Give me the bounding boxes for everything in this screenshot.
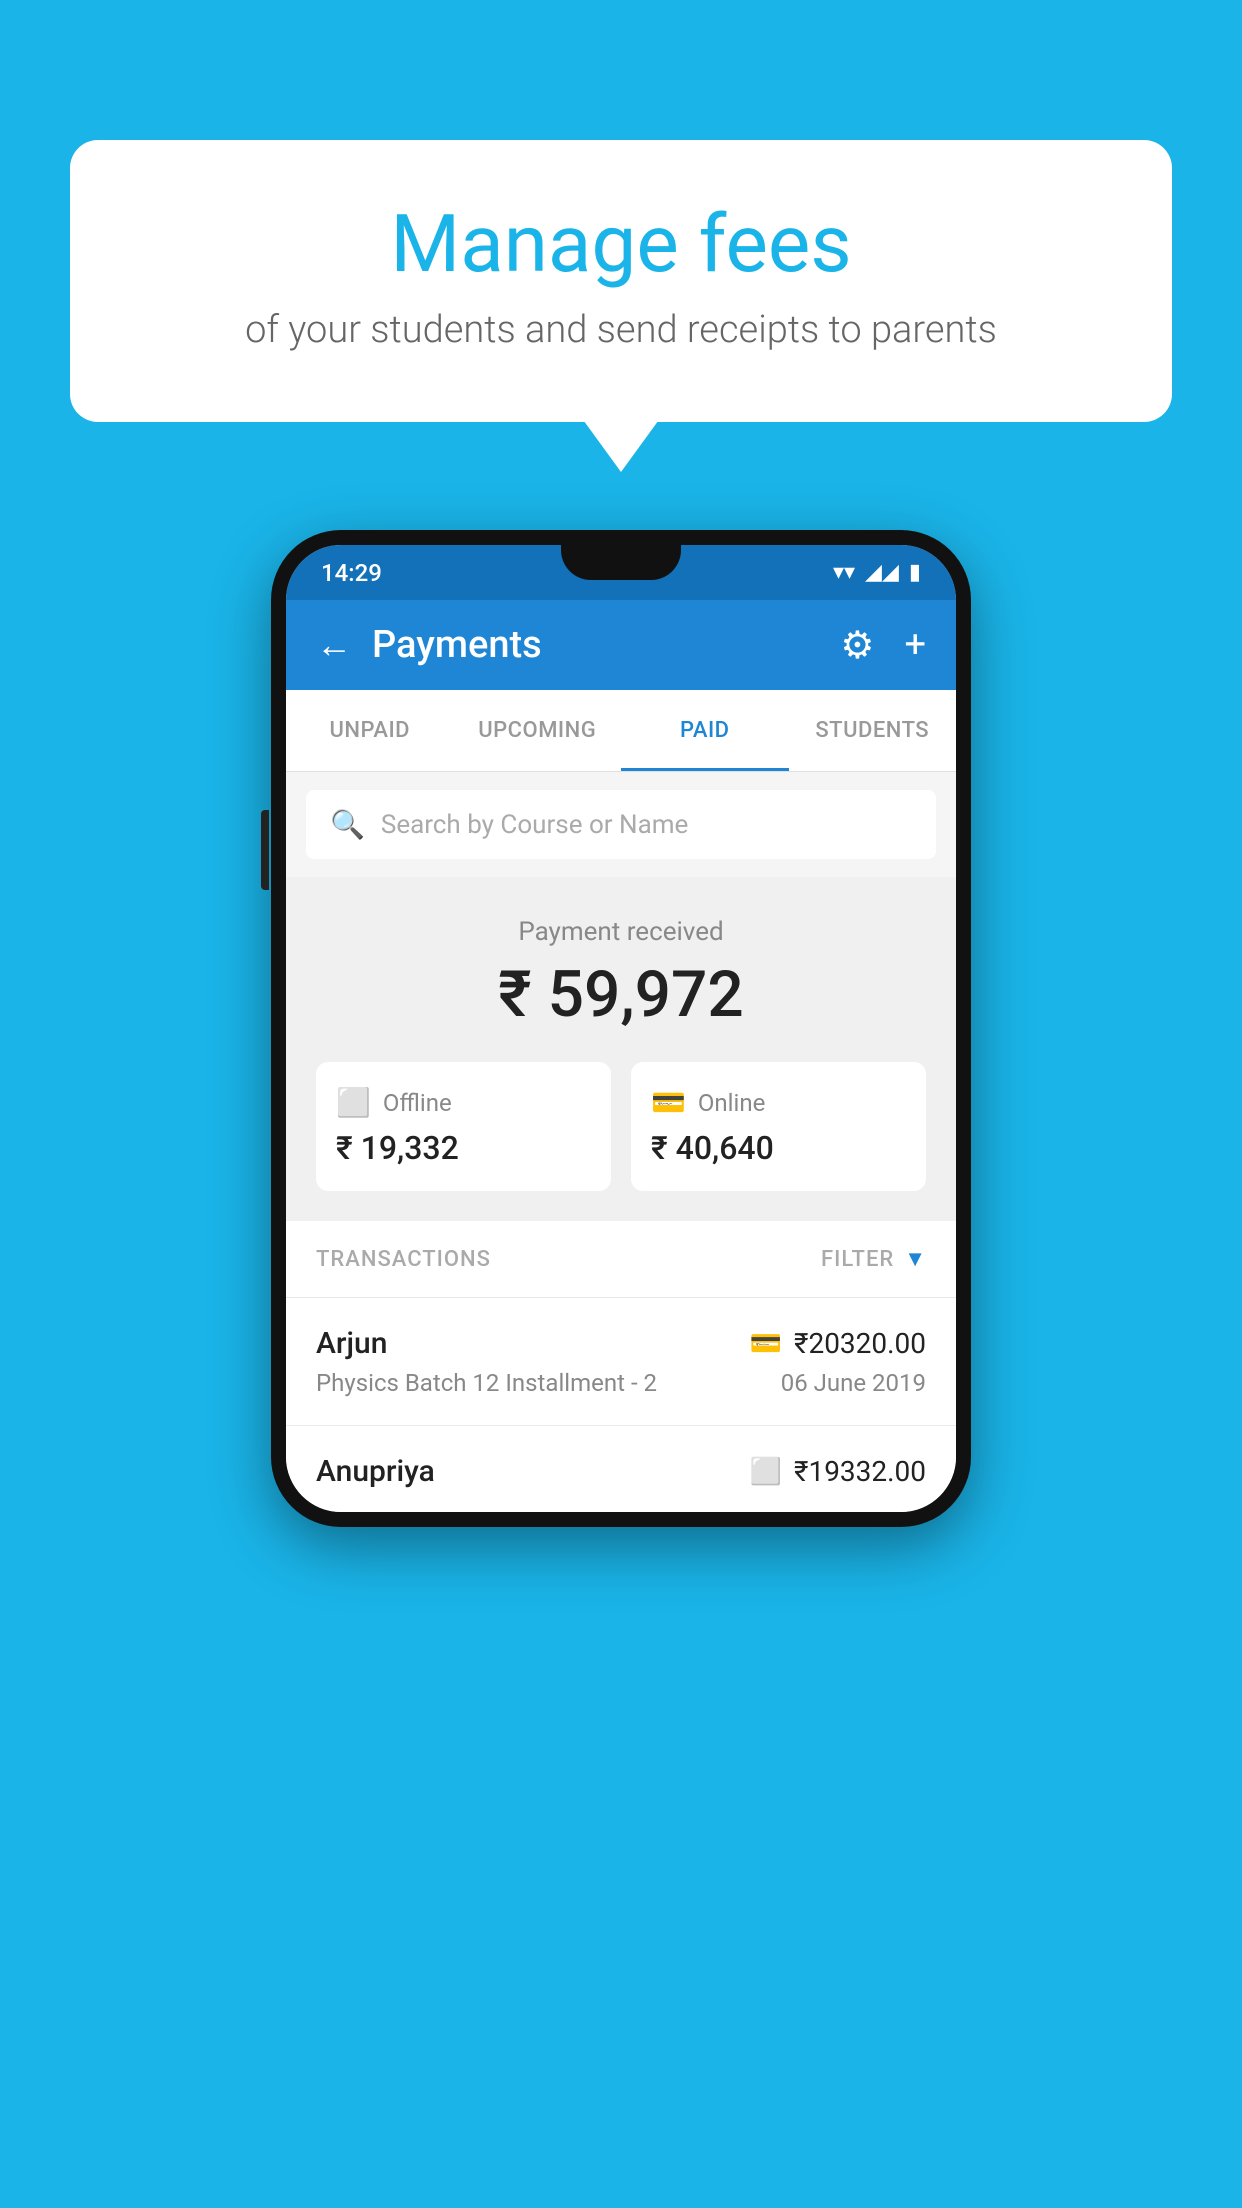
bubble-subtitle: of your students and send receipts to pa… (150, 308, 1092, 352)
wifi-icon: ▾▾ (833, 560, 855, 585)
transactions-label: TRANSACTIONS (316, 1247, 491, 1272)
student-name-anupriya: Anupriya (316, 1454, 435, 1489)
transaction-amount-anupriya: ₹19332.00 (794, 1455, 926, 1488)
tabs-bar: UNPAID UPCOMING PAID STUDENTS (286, 690, 956, 772)
search-bar[interactable]: 🔍 Search by Course or Name (306, 790, 936, 859)
speech-bubble: Manage fees of your students and send re… (70, 140, 1172, 422)
offline-card: ⬜ Offline ₹ 19,332 (316, 1062, 611, 1191)
bubble-title: Manage fees (150, 200, 1092, 288)
offline-payment-icon: ⬜ (750, 1457, 782, 1487)
payment-cards: ⬜ Offline ₹ 19,332 💳 Online ₹ 40,640 (316, 1062, 926, 1191)
status-bar: 14:29 ▾▾ ◢◢ ▮ (286, 545, 956, 600)
offline-amount: ₹ 19,332 (336, 1129, 591, 1167)
transaction-top-anupriya: Anupriya ⬜ ₹19332.00 (316, 1454, 926, 1489)
online-card-header: 💳 Online (651, 1086, 906, 1119)
online-label: Online (698, 1089, 765, 1117)
amount-area-anupriya: ⬜ ₹19332.00 (750, 1455, 926, 1488)
table-row[interactable]: Anupriya ⬜ ₹19332.00 (286, 1426, 956, 1512)
settings-icon[interactable]: ⚙ (840, 623, 874, 668)
transaction-amount-arjun: ₹20320.00 (794, 1327, 926, 1360)
speech-bubble-container: Manage fees of your students and send re… (70, 140, 1172, 422)
filter-label: FILTER (821, 1247, 894, 1272)
online-amount: ₹ 40,640 (651, 1129, 906, 1167)
search-container: 🔍 Search by Course or Name (286, 772, 956, 877)
phone-screen: 14:29 ▾▾ ◢◢ ▮ ← Payments ⚙ + UNPAID (286, 545, 956, 1512)
payment-total-amount: ₹ 59,972 (316, 957, 926, 1032)
transaction-top-arjun: Arjun 💳 ₹20320.00 (316, 1326, 926, 1361)
notch (561, 545, 681, 580)
search-icon: 🔍 (330, 808, 365, 841)
tab-students[interactable]: STUDENTS (789, 690, 957, 771)
status-icons: ▾▾ ◢◢ ▮ (833, 560, 921, 585)
transaction-date-arjun: 06 June 2019 (781, 1369, 926, 1397)
course-info-arjun: Physics Batch 12 Installment - 2 (316, 1369, 657, 1397)
app-bar: ← Payments ⚙ + (286, 600, 956, 690)
app-bar-title: Payments (372, 623, 820, 667)
phone-device: 14:29 ▾▾ ◢◢ ▮ ← Payments ⚙ + UNPAID (271, 530, 971, 1527)
search-input[interactable]: Search by Course or Name (381, 810, 688, 840)
filter-icon: ▼ (904, 1246, 926, 1272)
offline-card-header: ⬜ Offline (336, 1086, 591, 1119)
phone-frame: 14:29 ▾▾ ◢◢ ▮ ← Payments ⚙ + UNPAID (271, 530, 971, 1527)
transactions-header: TRANSACTIONS FILTER ▼ (286, 1221, 956, 1298)
online-card: 💳 Online ₹ 40,640 (631, 1062, 926, 1191)
payment-summary: Payment received ₹ 59,972 ⬜ Offline ₹ 19… (286, 877, 956, 1221)
online-payment-icon: 💳 (750, 1329, 782, 1359)
add-icon[interactable]: + (904, 623, 926, 667)
tab-upcoming[interactable]: UPCOMING (454, 690, 622, 771)
student-name-arjun: Arjun (316, 1326, 387, 1361)
amount-area-arjun: 💳 ₹20320.00 (750, 1327, 926, 1360)
tab-paid[interactable]: PAID (621, 690, 789, 771)
signal-icon: ◢◢ (865, 560, 899, 585)
filter-area[interactable]: FILTER ▼ (821, 1246, 926, 1272)
back-button[interactable]: ← (316, 624, 352, 666)
battery-icon: ▮ (909, 560, 921, 585)
table-row[interactable]: Arjun 💳 ₹20320.00 Physics Batch 12 Insta… (286, 1298, 956, 1426)
transaction-bottom-arjun: Physics Batch 12 Installment - 2 06 June… (316, 1369, 926, 1397)
payment-received-label: Payment received (316, 917, 926, 947)
app-bar-actions: ⚙ + (840, 623, 926, 668)
tab-unpaid[interactable]: UNPAID (286, 690, 454, 771)
offline-icon: ⬜ (336, 1086, 371, 1119)
offline-label: Offline (383, 1089, 452, 1117)
status-time: 14:29 (321, 559, 382, 587)
online-icon: 💳 (651, 1086, 686, 1119)
